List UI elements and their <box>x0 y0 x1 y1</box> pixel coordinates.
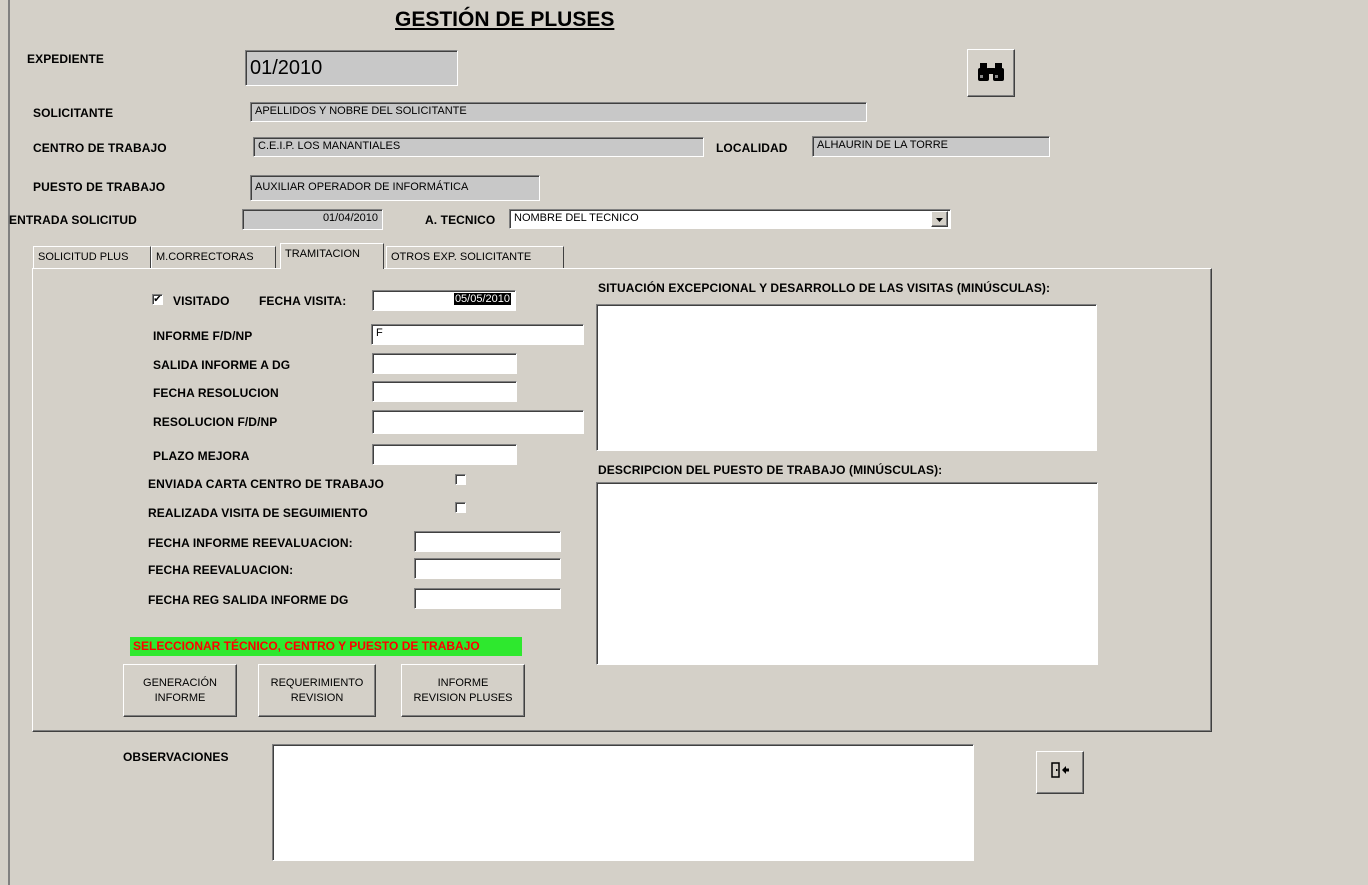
solicitante-label: SOLICITANTE <box>33 106 114 120</box>
fecha-visita-value: 05/05/2010 <box>453 293 511 305</box>
informe-field[interactable]: F <box>371 324 584 345</box>
centro-field[interactable]: C.E.I.P. LOS MANANTIALES <box>253 137 704 157</box>
entrada-field[interactable]: 01/04/2010 <box>242 209 383 230</box>
tab-solicitud-plus[interactable]: SOLICITUD PLUS <box>33 246 151 268</box>
resolucion-field[interactable] <box>372 410 584 434</box>
observaciones-label: OBSERVACIONES <box>123 750 229 764</box>
exit-button[interactable] <box>1036 751 1084 794</box>
localidad-field[interactable]: ALHAURIN DE LA TORRE <box>812 136 1050 157</box>
window-left-edge <box>8 0 10 885</box>
realizada-visita-checkbox[interactable] <box>455 502 466 513</box>
enviada-carta-checkbox[interactable] <box>455 474 466 485</box>
checkmark-icon: ✔ <box>153 294 162 305</box>
salida-informe-field[interactable] <box>372 353 517 374</box>
fecha-reg-salida-label: FECHA REG SALIDA INFORME DG <box>148 593 349 607</box>
plazo-mejora-label: PLAZO MEJORA <box>153 449 250 463</box>
exit-door-icon <box>1051 762 1069 783</box>
descripcion-label: DESCRIPCION DEL PUESTO DE TRABAJO (MINÚS… <box>598 463 943 477</box>
requerimiento-line2: REVISION <box>290 691 344 704</box>
enviada-carta-label: ENVIADA CARTA CENTRO DE TRABAJO <box>148 477 384 491</box>
chevron-down-icon <box>936 212 943 227</box>
expediente-label: EXPEDIENTE <box>27 52 105 66</box>
requerimiento-line1: REQUERIMIENTO <box>270 676 364 689</box>
fecha-informe-reev-field[interactable] <box>414 531 561 552</box>
generacion-informe-button[interactable]: GENERACIÓN INFORME <box>123 664 237 717</box>
plazo-mejora-field[interactable] <box>372 444 517 465</box>
fecha-reev-label: FECHA REEVALUACION: <box>148 563 294 577</box>
generacion-line2: INFORME <box>154 691 206 704</box>
puesto-field[interactable]: AUXILIAR OPERADOR DE INFORMÁTICA <box>250 175 540 201</box>
tecnico-value: NOMBRE DEL TECNICO <box>514 212 639 224</box>
situacion-label: SITUACIÓN EXCEPCIONAL Y DESARROLLO DE LA… <box>598 281 1051 295</box>
tecnico-dropdown-button[interactable] <box>931 211 948 227</box>
solicitante-field[interactable]: APELLIDOS Y NOBRE DEL SOLICITANTE <box>250 102 867 122</box>
fecha-visita-label: FECHA VISITA: <box>259 294 347 308</box>
search-button[interactable] <box>967 49 1015 97</box>
resolucion-label: RESOLUCION F/D/NP <box>153 415 278 429</box>
salida-informe-label: SALIDA INFORME A DG <box>153 358 291 372</box>
page-title: GESTIÓN DE PLUSES <box>395 8 615 31</box>
situacion-textarea[interactable] <box>596 304 1097 451</box>
tab-m-correctoras[interactable]: M.CORRECTORAS <box>151 246 276 268</box>
generacion-line1: GENERACIÓN <box>143 676 217 689</box>
tab-tramitacion[interactable]: TRAMITACION <box>280 243 384 269</box>
descripcion-textarea[interactable] <box>596 482 1098 665</box>
fecha-informe-reev-label: FECHA INFORME REEVALUACION: <box>148 536 353 550</box>
fecha-reg-salida-field[interactable] <box>414 588 561 609</box>
visitado-checkbox[interactable]: ✔ <box>152 294 163 305</box>
informe-rev-line1: INFORME <box>437 676 489 689</box>
fecha-resolucion-field[interactable] <box>372 381 517 402</box>
informe-rev-line2: REVISION PLUSES <box>413 691 513 704</box>
fecha-resolucion-label: FECHA RESOLUCION <box>153 386 279 400</box>
tab-otros-exp[interactable]: OTROS EXP. SOLICITANTE <box>386 246 564 268</box>
binoculars-icon <box>978 59 1004 88</box>
informe-revision-pluses-button[interactable]: INFORME REVISION PLUSES <box>401 664 525 717</box>
fecha-visita-field[interactable]: 05/05/2010 <box>372 290 516 311</box>
visitado-label: VISITADO <box>173 294 230 308</box>
observaciones-textarea[interactable] <box>272 744 974 861</box>
tecnico-select[interactable]: NOMBRE DEL TECNICO <box>509 209 951 229</box>
tecnico-label: A. TECNICO <box>425 213 496 227</box>
localidad-label: LOCALIDAD <box>716 141 788 155</box>
centro-label: CENTRO DE TRABAJO <box>33 141 167 155</box>
informe-label: INFORME F/D/NP <box>153 329 253 343</box>
puesto-label: PUESTO DE TRABAJO <box>33 180 166 194</box>
realizada-visita-label: REALIZADA VISITA DE SEGUIMIENTO <box>148 506 368 520</box>
fecha-reev-field[interactable] <box>414 558 561 579</box>
requerimiento-revision-button[interactable]: REQUERIMIENTO REVISION <box>258 664 376 717</box>
entrada-label: ENTRADA SOLICITUD <box>9 213 137 227</box>
warning-message: SELECCIONAR TÉCNICO, CENTRO Y PUESTO DE … <box>130 637 522 656</box>
expediente-field[interactable]: 01/2010 <box>245 50 458 86</box>
